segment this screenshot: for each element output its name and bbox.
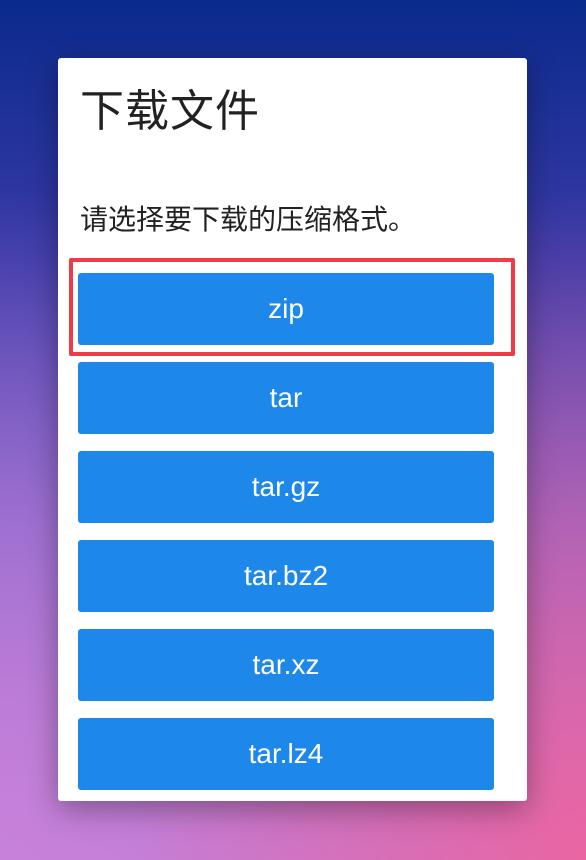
format-button-zip[interactable]: zip [78, 273, 494, 345]
dialog-description: 请选择要下载的压缩格式。 [80, 203, 417, 236]
format-button-tar-gz[interactable]: tar.gz [78, 451, 494, 523]
format-button-list: zip tar tar.gz tar.bz2 tar.xz tar.lz4 [78, 273, 494, 807]
format-button-tar-bz2[interactable]: tar.bz2 [78, 540, 494, 612]
dialog-title: 下载文件 [80, 86, 260, 137]
format-button-tar-lz4[interactable]: tar.lz4 [78, 718, 494, 790]
format-button-tar-xz[interactable]: tar.xz [78, 629, 494, 701]
format-button-tar[interactable]: tar [78, 362, 494, 434]
download-dialog: 下载文件 请选择要下载的压缩格式。 zip tar tar.gz tar.bz2… [58, 58, 527, 801]
